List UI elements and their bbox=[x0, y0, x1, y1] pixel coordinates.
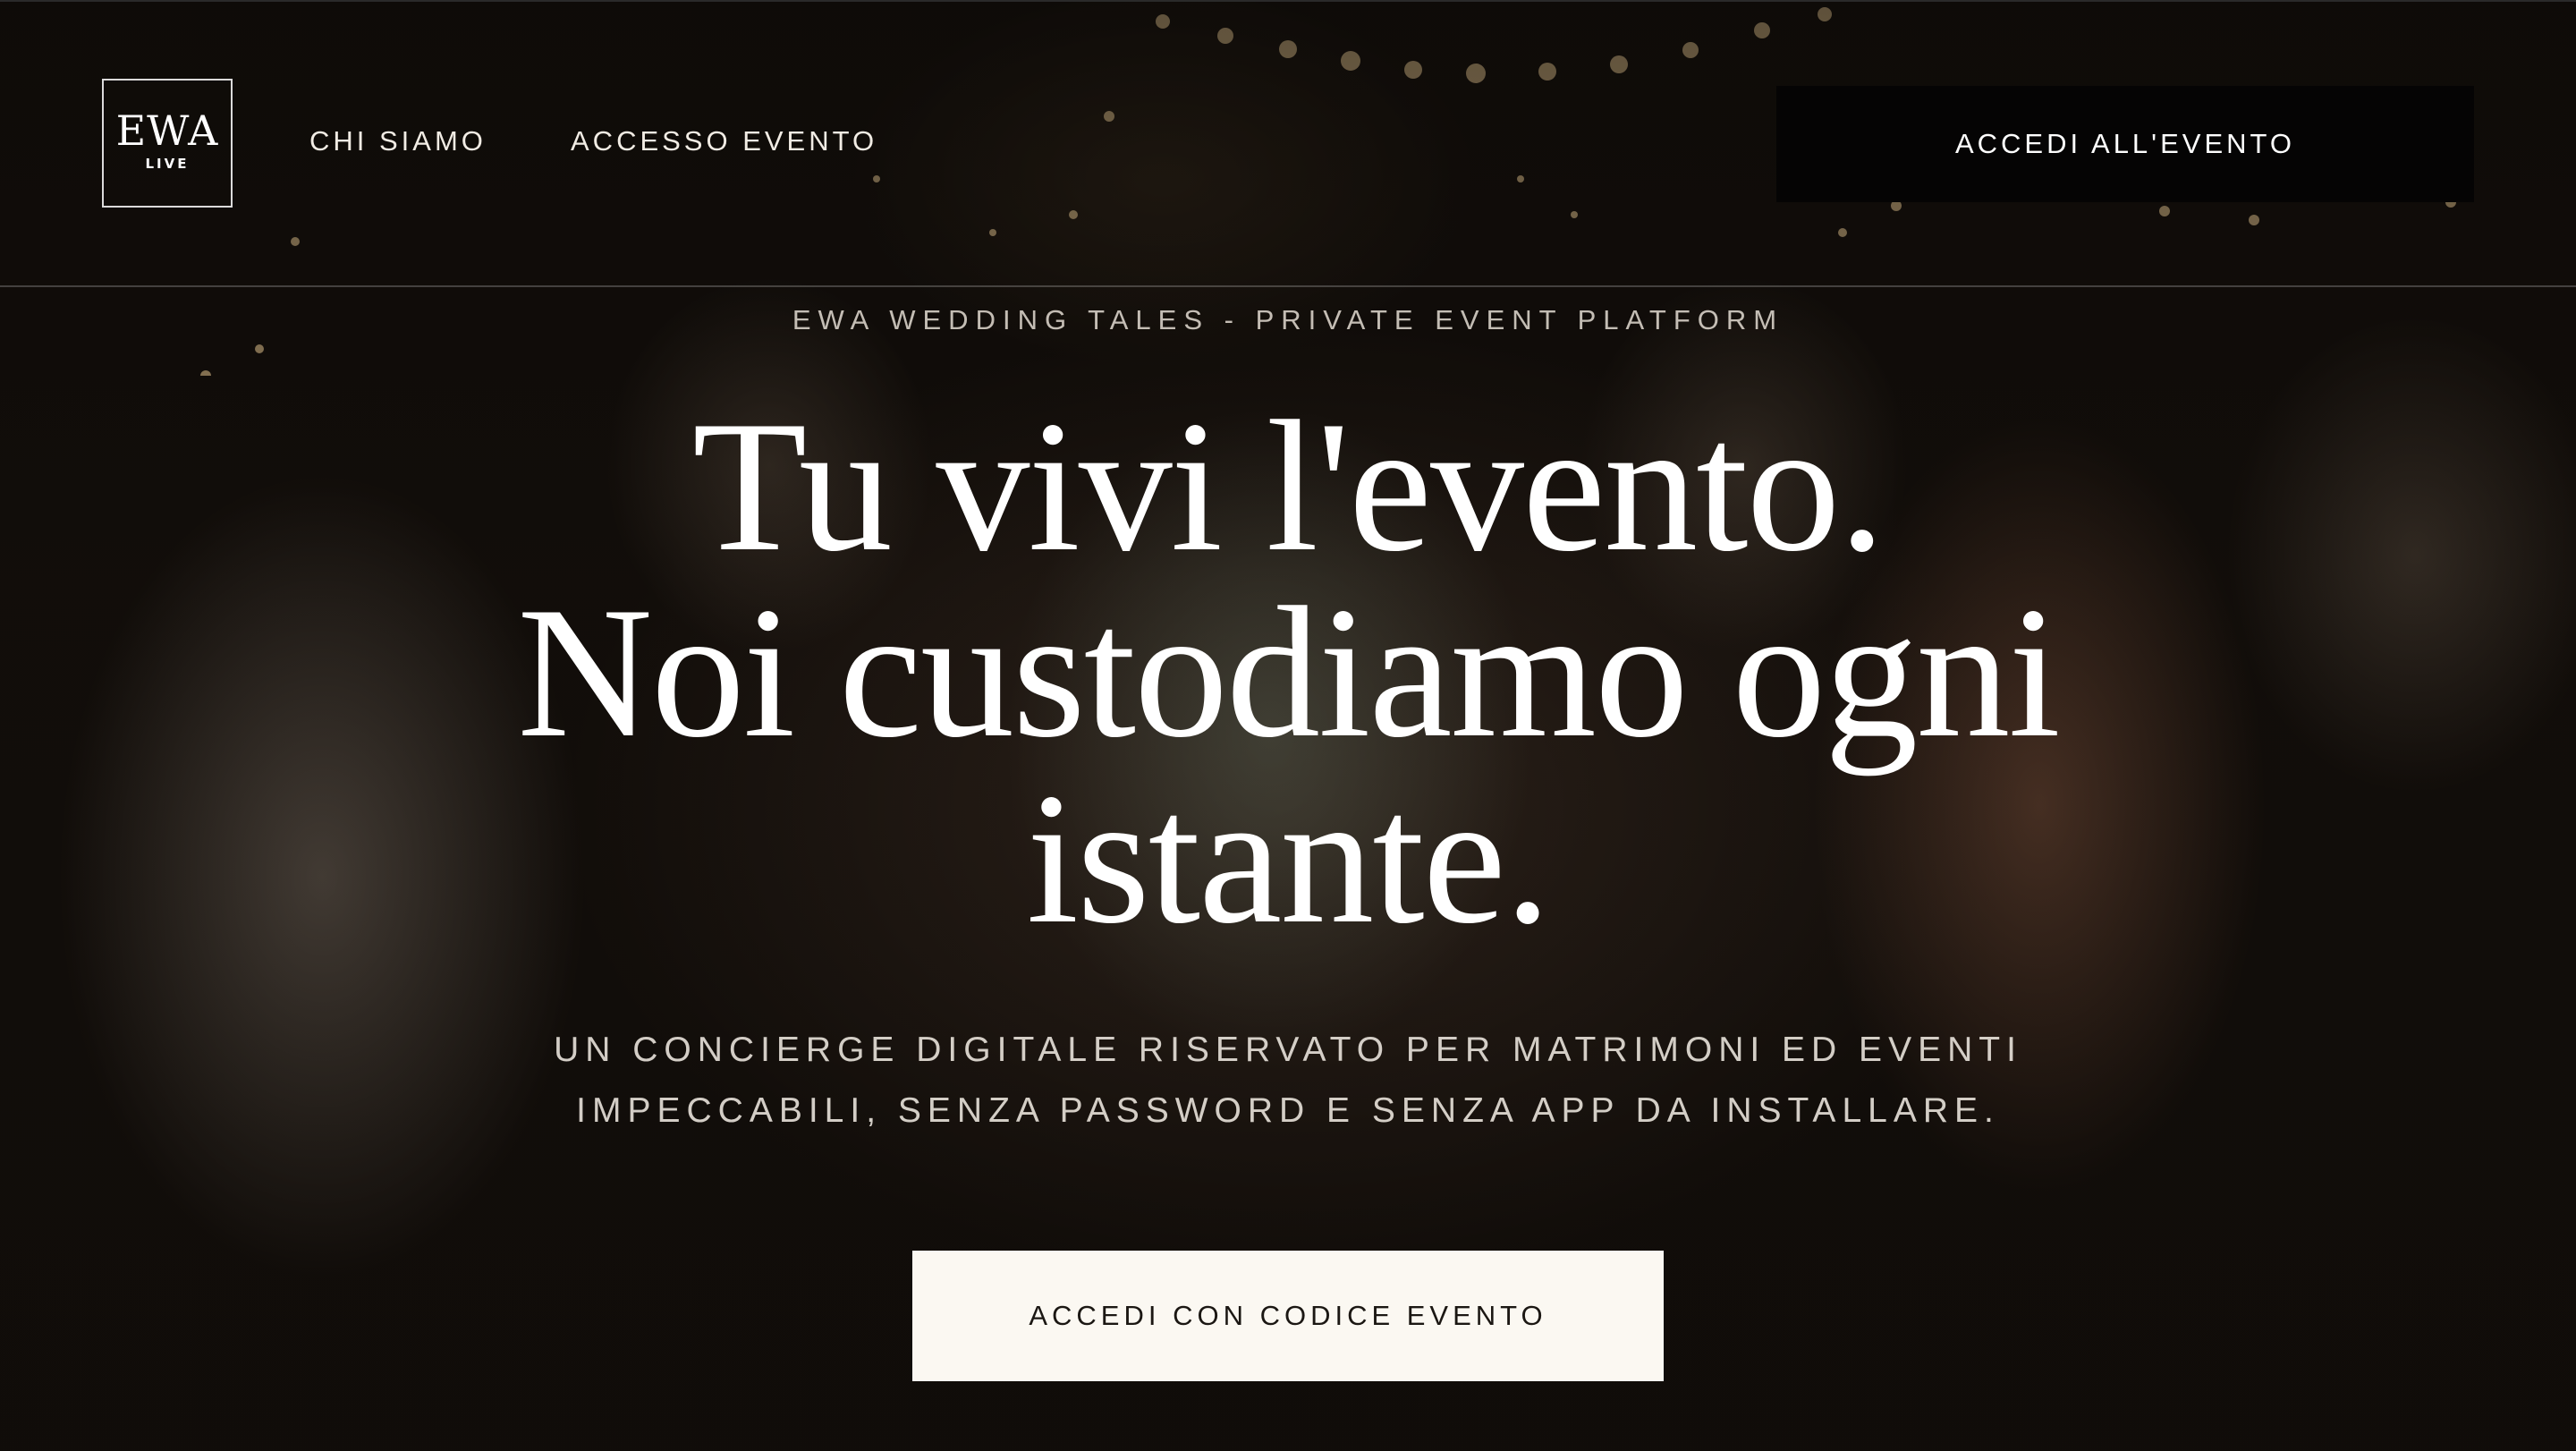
subtitle-line: UN CONCIERGE DIGITALE RISERVATO PER MATR… bbox=[554, 1031, 2022, 1069]
hero-headline: Tu vivi l'evento. Noi custodiamo ogni is… bbox=[358, 383, 2218, 963]
accedi-codice-evento-button[interactable]: ACCEDI CON CODICE EVENTO bbox=[912, 1251, 1664, 1381]
hero-kicker: EWA WEDDING TALES - PRIVATE EVENT PLATFO… bbox=[792, 304, 1784, 335]
headline-line: Noi custodiamo ogni bbox=[517, 569, 2061, 776]
accedi-evento-button[interactable]: ACCEDI ALL'EVENTO bbox=[1776, 86, 2474, 202]
header-divider bbox=[0, 285, 2576, 287]
nav-link-chi-siamo[interactable]: CHI SIAMO bbox=[309, 125, 487, 157]
hero-subtitle: UN CONCIERGE DIGITALE RISERVATO PER MATR… bbox=[394, 1020, 2182, 1141]
nav-link-accesso-evento[interactable]: ACCESSO EVENTO bbox=[571, 125, 877, 157]
headline-line: istante. bbox=[1026, 755, 1552, 963]
logo-wordmark: EWA bbox=[115, 106, 219, 155]
headline-line: Tu vivi l'evento. bbox=[691, 383, 1885, 590]
logo-subtitle: LIVE bbox=[145, 156, 190, 172]
top-border bbox=[0, 0, 2576, 2]
logo[interactable]: EWA LIVE bbox=[102, 79, 233, 208]
subtitle-line: IMPECCABILI, SENZA PASSWORD E SENZA APP … bbox=[576, 1091, 2000, 1130]
